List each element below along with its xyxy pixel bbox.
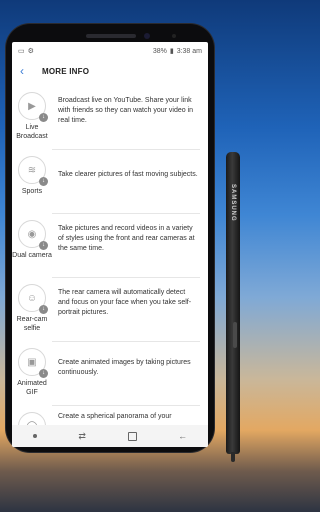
download-icon[interactable]: ↓	[39, 369, 48, 378]
gallery-notification-icon: ▭	[18, 48, 25, 55]
page-title: MORE INFO	[42, 66, 90, 76]
mode-description: Create animated images by taking picture…	[58, 359, 191, 376]
mode-description: Take pictures and record videos in a var…	[58, 225, 195, 252]
mode-description: Take clearer pictures of fast moving sub…	[58, 171, 198, 178]
mode-description: Create a spherical panorama of your	[58, 413, 172, 420]
selfie-face-icon: ☺ ↓	[18, 284, 48, 314]
list-item-panorama[interactable]: ◯ Create a spherical panorama of your	[12, 406, 208, 425]
status-time: 3:38 am	[176, 47, 202, 55]
sports-icon: ≋ ↓	[18, 156, 48, 186]
status-bar: ▭ ⚙ 38% ▮ 3:38 am	[12, 42, 208, 60]
camera-switch-icon: ◉ ↓	[18, 220, 48, 250]
earpiece-speaker	[86, 34, 136, 38]
sensor	[172, 34, 176, 38]
stylus-tip	[231, 452, 235, 462]
mode-name: Live Broadcast	[16, 124, 48, 140]
navigation-bar: ⇄ ←	[12, 425, 208, 447]
list-item-dual-camera[interactable]: ◉ ↓ Dual camera Take pictures and record…	[12, 214, 208, 278]
battery-percent: 38%	[152, 47, 167, 55]
gif-icon: ▣ ↓	[18, 348, 48, 378]
list-item-sports[interactable]: ≋ ↓ Sports Take clearer pictures of fast…	[12, 150, 208, 214]
mode-name: Animated GIF	[17, 380, 47, 396]
back-arrow-icon[interactable]: ‹	[20, 64, 38, 78]
download-icon[interactable]: ↓	[39, 177, 48, 186]
download-icon[interactable]: ↓	[39, 113, 48, 122]
download-icon[interactable]: ↓	[39, 305, 48, 314]
stylus-brand-logo: SAMSUNG	[230, 184, 236, 222]
phone-screen: ▭ ⚙ 38% ▮ 3:38 am ‹ MORE INFO ▶ ↓ Live B…	[12, 42, 208, 447]
mode-name: Dual camera	[12, 252, 52, 259]
panorama-icon: ◯	[18, 412, 46, 425]
list-item-rear-cam-selfie[interactable]: ☺ ↓ Rear-cam selfie The rear camera will…	[12, 278, 208, 342]
back-nav-icon[interactable]: ←	[178, 431, 187, 441]
recent-apps-icon[interactable]: ⇄	[78, 431, 86, 442]
stylus-button	[233, 322, 237, 348]
download-icon[interactable]: ↓	[39, 241, 48, 250]
mode-description: The rear camera will automatically detec…	[58, 289, 192, 316]
battery-icon: ▮	[169, 48, 174, 55]
home-button-icon[interactable]	[127, 431, 137, 441]
mode-list[interactable]: ▶ ↓ Live Broadcast Broadcast live on You…	[12, 86, 208, 425]
list-item-animated-gif[interactable]: ▣ ↓ Animated GIF Create animated images …	[12, 342, 208, 406]
list-item-live-broadcast[interactable]: ▶ ↓ Live Broadcast Broadcast live on You…	[12, 86, 208, 150]
mode-description: Broadcast live on YouTube. Share your li…	[58, 97, 194, 124]
app-bar: ‹ MORE INFO	[12, 60, 208, 82]
front-camera	[144, 33, 150, 39]
assistant-dot-icon[interactable]	[32, 434, 37, 438]
settings-notification-icon: ⚙	[27, 48, 34, 55]
mode-name: Rear-cam selfie	[16, 316, 48, 332]
mode-name: Sports	[21, 188, 43, 195]
video-camera-icon: ▶ ↓	[18, 92, 48, 122]
